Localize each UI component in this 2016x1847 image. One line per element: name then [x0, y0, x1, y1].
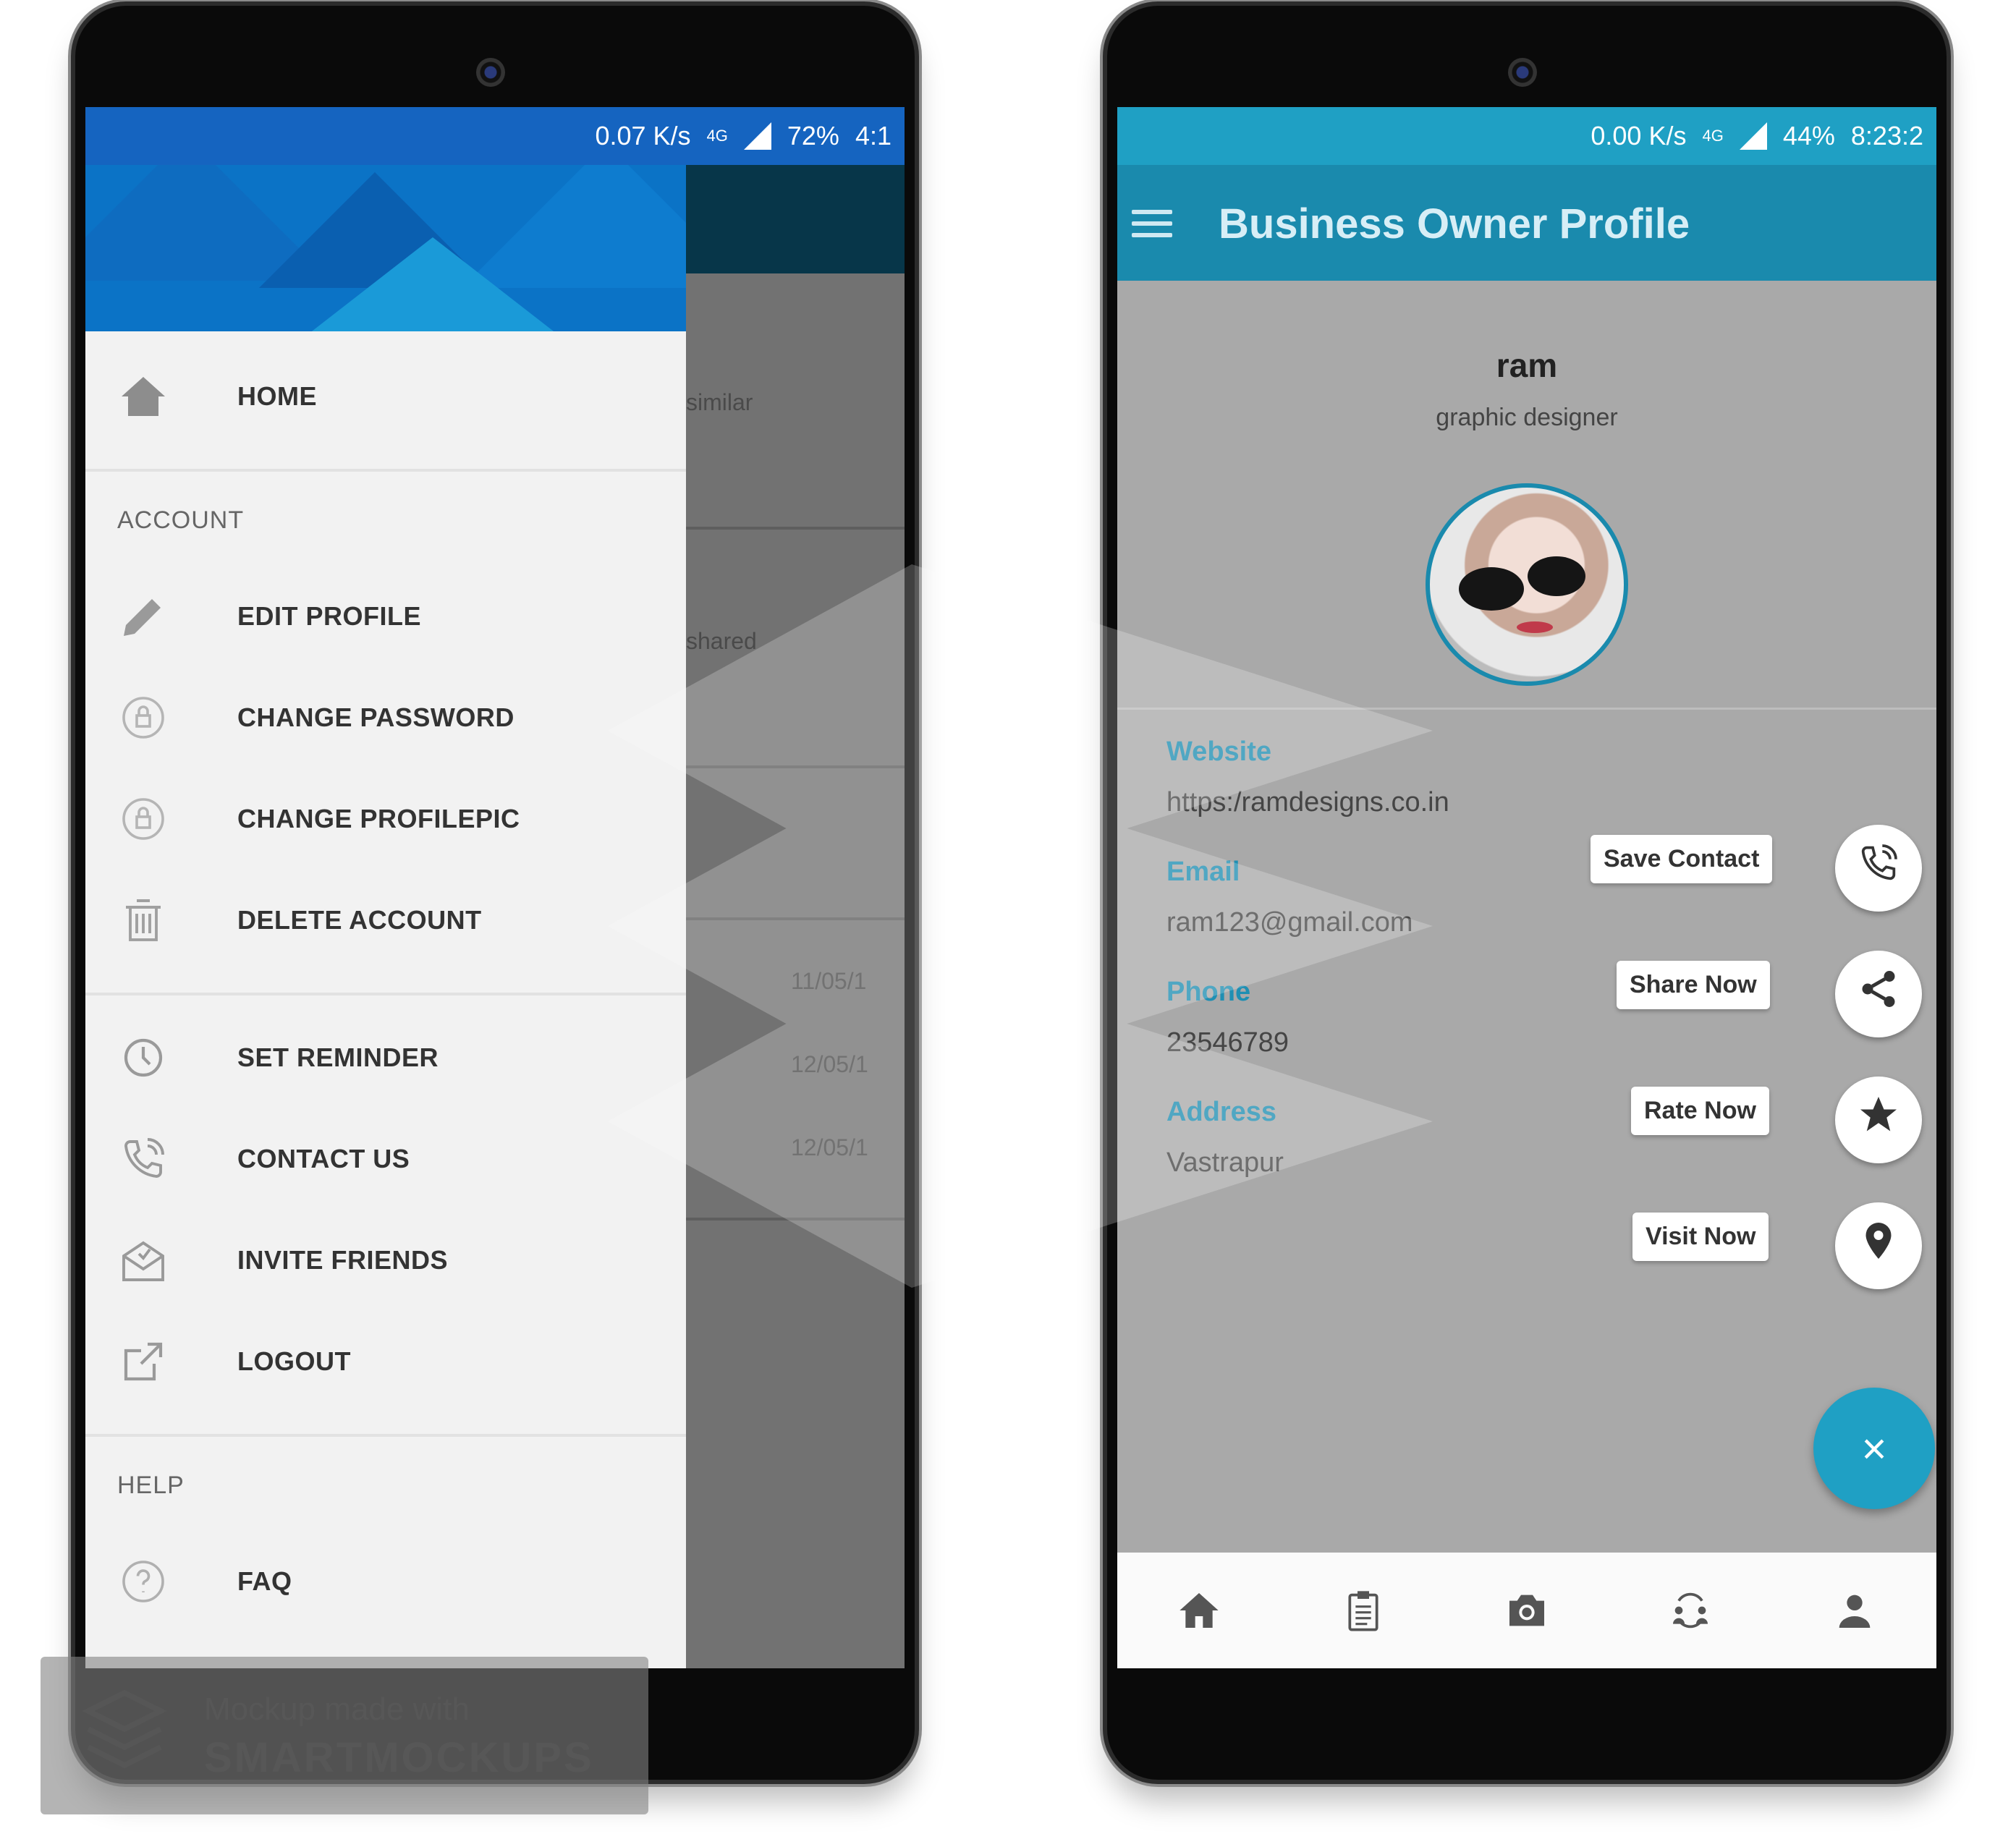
drawer-item-faq[interactable]: FAQ — [85, 1538, 686, 1625]
status-bar: 0.07 K/s 4G 72% 4:1 — [85, 107, 905, 165]
save-contact-label[interactable]: Save Contact — [1591, 835, 1773, 883]
nav-clipboard-icon[interactable] — [1334, 1581, 1392, 1639]
page-title: Business Owner Profile — [1219, 200, 1690, 247]
network-speed: 0.00 K/s — [1591, 121, 1687, 150]
drawer-item-home[interactable]: HOME — [85, 353, 686, 440]
mockup-watermark-badge: Mockup made with SMARTMOCKUPS — [41, 1657, 648, 1814]
section-header-account: ACCOUNT — [117, 506, 245, 534]
drawer-item-delete-account[interactable]: DELETE ACCOUNT — [85, 877, 686, 964]
battery-level: 72% — [787, 121, 839, 150]
drawer-item-label: CHANGE PROFILEPIC — [237, 804, 520, 833]
drawer-divider — [85, 1434, 686, 1437]
app-bar: Business Owner Profile — [1117, 165, 1936, 281]
drawer-header — [85, 165, 686, 331]
lock-refresh-icon — [117, 692, 169, 744]
bottom-navigation — [1117, 1553, 1936, 1668]
watermark-line2: SMARTMOCKUPS — [204, 1734, 594, 1781]
watermark-logo — [608, 564, 1433, 1288]
background-text: similar — [686, 389, 753, 415]
close-fab-button[interactable]: × — [1813, 1388, 1935, 1509]
share-now-button[interactable] — [1835, 951, 1922, 1037]
drawer-item-label: CONTACT US — [237, 1144, 410, 1173]
drawer-divider — [85, 469, 686, 472]
drawer-item-set-reminder[interactable]: SET REMINDER — [85, 1014, 686, 1101]
watermark-line1: Mockup made with — [204, 1691, 470, 1727]
trash-icon — [117, 894, 169, 946]
close-icon: × — [1861, 1424, 1887, 1473]
drawer-item-invite-friends[interactable]: INVITE FRIENDS — [85, 1217, 686, 1304]
front-camera — [476, 58, 505, 87]
drawer-item-label: EDIT PROFILE — [237, 601, 422, 631]
rate-now-button[interactable] — [1835, 1077, 1922, 1163]
rate-now-label[interactable]: Rate Now — [1631, 1087, 1769, 1135]
save-contact-button[interactable] — [1835, 825, 1922, 912]
profile-role: graphic designer — [1436, 404, 1618, 431]
drawer-item-label: FAQ — [237, 1566, 292, 1596]
envelope-icon — [117, 1234, 169, 1286]
drawer-item-label: DELETE ACCOUNT — [237, 905, 482, 935]
profile-name: ram — [1496, 347, 1558, 384]
drawer-item-contact-us[interactable]: CONTACT US — [85, 1116, 686, 1202]
share-icon — [1857, 967, 1900, 1021]
battery-level: 44% — [1782, 121, 1835, 150]
lock-refresh-icon — [117, 793, 169, 845]
pencil-icon — [117, 590, 169, 642]
menu-icon[interactable] — [1132, 210, 1172, 245]
drawer-item-label: SET REMINDER — [237, 1043, 439, 1072]
nav-people-swap-icon[interactable] — [1661, 1581, 1719, 1639]
status-bar: 0.00 K/s 4G 44% 8:23:2 — [1117, 107, 1936, 165]
drawer-item-change-profilepic[interactable]: CHANGE PROFILEPIC — [85, 776, 686, 862]
signal-icon — [743, 122, 771, 150]
avatar — [1426, 483, 1628, 686]
signal-icon — [1739, 122, 1767, 150]
drawer-item-label: LOGOUT — [237, 1346, 351, 1376]
network-type: 4G — [1702, 127, 1724, 145]
share-now-label[interactable]: Share Now — [1617, 961, 1770, 1009]
network-type: 4G — [706, 127, 728, 145]
drawer-item-change-password[interactable]: CHANGE PASSWORD — [85, 674, 686, 761]
nav-home-icon[interactable] — [1170, 1581, 1228, 1639]
visit-now-button[interactable] — [1835, 1202, 1922, 1289]
clock-icon — [117, 1032, 169, 1084]
smartmockups-logo-icon — [82, 1689, 167, 1769]
help-icon — [117, 1555, 169, 1608]
drawer-item-label: HOME — [237, 381, 317, 411]
star-icon — [1857, 1093, 1900, 1147]
phone-call-icon — [117, 1133, 169, 1185]
visit-now-label[interactable]: Visit Now — [1632, 1213, 1769, 1261]
external-link-icon — [117, 1336, 169, 1388]
navigation-drawer: HOME ACCOUNT EDIT PROFILE CHANGE PASSWOR… — [85, 165, 686, 1668]
network-speed: 0.07 K/s — [595, 121, 691, 150]
location-pin-icon — [1857, 1219, 1900, 1273]
nav-profile-icon[interactable] — [1826, 1581, 1884, 1639]
background-divider — [686, 527, 905, 530]
nav-camera-icon[interactable] — [1498, 1581, 1556, 1639]
phone-call-icon — [1855, 840, 1902, 896]
drawer-item-label: CHANGE PASSWORD — [237, 702, 514, 732]
front-camera — [1508, 58, 1537, 87]
drawer-divider — [85, 993, 686, 995]
clock: 4:1 — [855, 121, 891, 150]
drawer-item-logout[interactable]: LOGOUT — [85, 1318, 686, 1405]
drawer-item-edit-profile[interactable]: EDIT PROFILE — [85, 573, 686, 660]
home-icon — [117, 370, 169, 423]
drawer-item-label: INVITE FRIENDS — [237, 1245, 449, 1275]
section-header-help: HELP — [117, 1472, 185, 1499]
clock: 8:23:2 — [1850, 121, 1923, 150]
